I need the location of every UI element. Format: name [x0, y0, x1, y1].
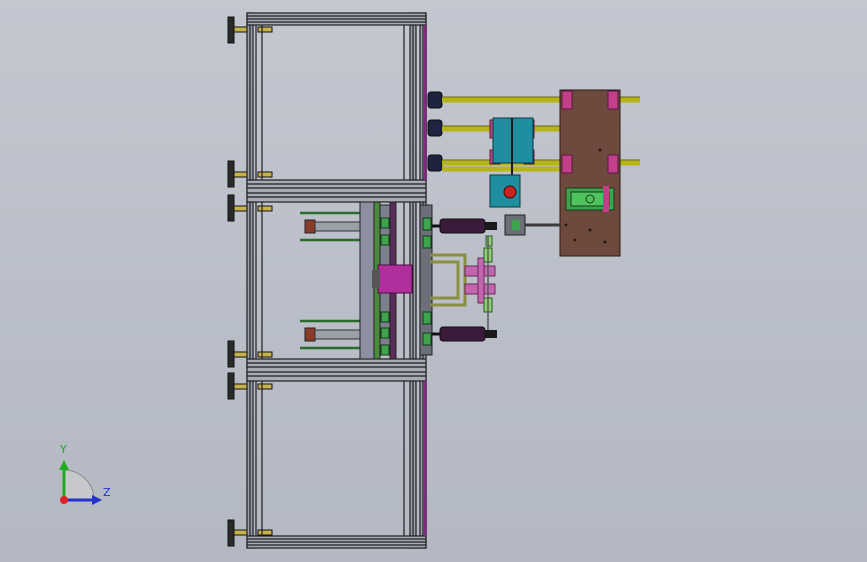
y-axis-arrow	[59, 460, 69, 470]
central-mechanism	[300, 201, 497, 360]
guide-cylinder-lower	[304, 327, 361, 342]
cad-assembly-drawing[interactable]	[0, 0, 867, 562]
pneumatic-cylinder-upper	[432, 218, 497, 234]
x-axis-dot	[60, 496, 68, 504]
triad-arc	[63, 469, 95, 501]
axis-z-label: Z	[103, 486, 111, 499]
guide-cylinder-upper	[304, 219, 361, 234]
axis-y-label: Y	[60, 443, 67, 456]
orientation-triad	[59, 460, 102, 505]
cad-viewport[interactable]: Y Z	[0, 0, 867, 562]
z-axis-arrow	[92, 495, 102, 505]
